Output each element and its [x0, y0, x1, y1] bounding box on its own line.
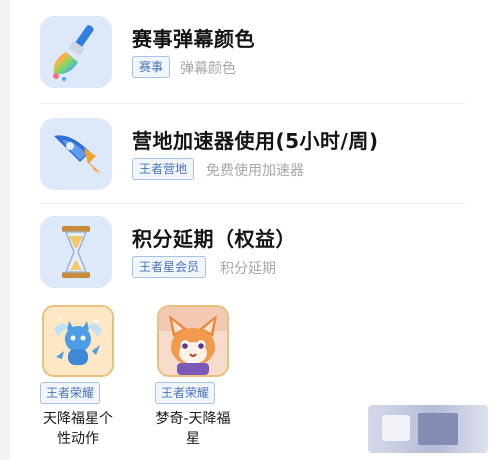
reward-source-tag: 王者荣耀	[155, 382, 216, 404]
benefit-source-tag: 赛事	[132, 56, 171, 78]
benefit-row-points-extension[interactable]: 积分延期（权益） 王者星会员 积分延期	[40, 214, 465, 294]
benefit-subtitle: 积分延期	[220, 261, 276, 277]
benefit-title: 积分延期（权益）	[132, 227, 296, 251]
left-edge-strip	[0, 0, 10, 460]
benefit-source-tag: 王者星会员	[132, 256, 207, 278]
watermark-logo	[368, 405, 488, 453]
reward-name: 天降福星个性动作	[43, 411, 113, 447]
reward-card-lucky-star-action[interactable]: 王者荣耀 天降福星个性动作	[40, 305, 145, 465]
rocket-icon	[40, 118, 112, 190]
reward-name: 梦奇-天降福星	[155, 411, 231, 447]
reward-card-mengqi-skin[interactable]: 王者荣耀 梦奇-天降福星	[155, 305, 260, 465]
reward-source-tag: 王者荣耀	[40, 382, 101, 404]
divider	[40, 203, 465, 204]
paintbrush-icon	[40, 16, 112, 88]
benefit-source-tag: 王者营地	[132, 158, 195, 180]
benefit-row-danmaku-color[interactable]: 赛事弹幕颜色 赛事 弹幕颜色	[40, 14, 465, 94]
benefit-subtitle: 弹幕颜色	[180, 61, 236, 77]
divider	[40, 103, 465, 104]
blue-cat-icon	[42, 305, 114, 377]
hourglass-icon	[40, 216, 112, 288]
benefit-row-accelerator[interactable]: 营地加速器使用(5小时/周) 王者营地 免费使用加速器	[40, 116, 465, 196]
fox-avatar-icon	[157, 305, 229, 377]
benefit-subtitle: 免费使用加速器	[206, 163, 304, 179]
benefit-title: 赛事弹幕颜色	[132, 27, 255, 51]
benefit-title: 营地加速器使用(5小时/周)	[132, 129, 379, 153]
